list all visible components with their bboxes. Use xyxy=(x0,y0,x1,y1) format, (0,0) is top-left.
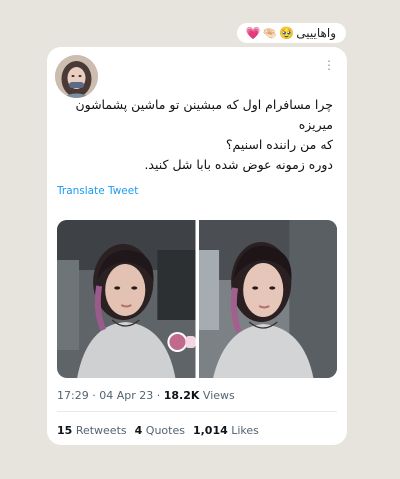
pinching-hand-emoji-icon: 🤏🏻 xyxy=(262,26,278,40)
more-options-icon[interactable]: ⋮ xyxy=(323,59,335,71)
tweet-text: چرا مسافرام اول که مبشینن تو ماشین پشماش… xyxy=(61,95,333,175)
quotes-stat[interactable]: 4 Quotes xyxy=(135,424,185,437)
tweet-date: 04 Apr 23 xyxy=(99,389,154,402)
tweet-timestamp: 17:29 · 04 Apr 23 · 18.2K Views xyxy=(57,389,235,402)
translate-tweet-link[interactable]: Translate Tweet xyxy=(57,185,138,197)
likes-stat[interactable]: 1,014 Likes xyxy=(193,424,259,437)
tweet-time: 17:29 xyxy=(57,389,89,402)
selfie-photo-image xyxy=(198,220,337,378)
selfie-photo-image xyxy=(57,220,196,378)
retweets-count: 15 xyxy=(57,424,73,437)
tweet-line: دوره زمونه عوض شده بابا شل کنید. xyxy=(144,157,333,172)
likes-label: Likes xyxy=(231,424,259,437)
separator-dot: · xyxy=(92,389,96,402)
caption-text: واهایییی xyxy=(296,26,336,40)
quotes-count: 4 xyxy=(134,424,143,437)
tweet-line: چرا مسافرام اول که مبشینن تو ماشین پشماش… xyxy=(75,97,333,132)
engagement-stats: 15 Retweets 4 Quotes 1,014 Likes xyxy=(57,424,259,437)
tweet-line: که من راننده اسنیم؟ xyxy=(225,137,333,152)
avatar[interactable] xyxy=(55,55,98,98)
pleading-face-emoji-icon: 🥹 xyxy=(279,26,295,40)
separator-dot: · xyxy=(156,389,161,402)
divider xyxy=(57,411,337,412)
photo-1[interactable] xyxy=(57,220,196,378)
views-count: 18.2K xyxy=(163,389,200,402)
media-grid xyxy=(57,220,337,378)
retweets-label: Retweets xyxy=(75,424,127,437)
likes-count: 1,014 xyxy=(192,424,228,437)
tweet-card: ⋮ چرا مسافرام اول که مبشینن تو ماشین پشم… xyxy=(47,47,347,445)
caption-pill: واهایییی 🥹 🤏🏻 💗 xyxy=(237,23,346,43)
quotes-label: Quotes xyxy=(145,424,185,437)
pink-heart-emoji-icon: 💗 xyxy=(245,26,261,40)
photo-2[interactable] xyxy=(198,220,337,378)
retweets-stat[interactable]: 15 Retweets xyxy=(57,424,127,437)
views-label: Views xyxy=(202,389,235,402)
avatar-image xyxy=(55,55,98,98)
